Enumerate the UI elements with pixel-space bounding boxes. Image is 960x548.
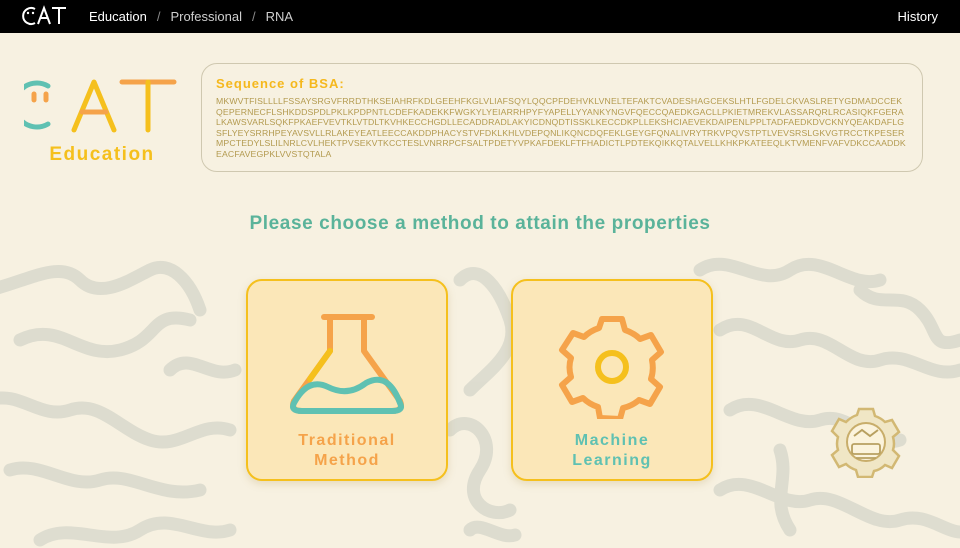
brand-word: Education	[49, 144, 155, 165]
top-nav-bar: Education / Professional / RNA History	[0, 0, 960, 33]
sequence-title: Sequence of BSA:	[216, 76, 345, 91]
machine-learning-label: Machine Learning	[513, 431, 711, 471]
breadcrumb-rna[interactable]: RNA	[266, 9, 293, 24]
breadcrumb: Education / Professional / RNA	[89, 0, 293, 33]
cat-brand-logo-icon	[12, 79, 177, 133]
brand-block: Education	[12, 72, 184, 172]
gear-icon	[559, 316, 664, 419]
method-prompt: Please choose a method to attain the pro…	[249, 213, 711, 234]
sequence-panel: Sequence of BSA: MKWVTFISLLLLFSSAYSRGVFR…	[201, 63, 923, 172]
breadcrumb-separator: /	[252, 9, 256, 24]
flask-icon	[290, 314, 404, 414]
team-gear-badge-icon	[830, 407, 901, 478]
label-line: Learning	[572, 452, 652, 469]
sequence-text: MKWVTFISLLLLFSSAYSRGVFRRDTHKSEIAHRFKDLGE…	[216, 96, 906, 159]
label-line: Traditional	[298, 432, 396, 449]
label-line: Machine	[574, 432, 650, 449]
breadcrumb-education[interactable]: Education	[89, 9, 147, 24]
nav-logo[interactable]	[22, 4, 68, 28]
traditional-method-label: Traditional Method	[248, 431, 446, 471]
breadcrumb-professional[interactable]: Professional	[170, 9, 242, 24]
history-link[interactable]: History	[898, 0, 938, 33]
traditional-method-card[interactable]: Traditional Method	[246, 279, 448, 481]
cat-logo-icon	[22, 5, 66, 25]
label-line: Method	[314, 452, 380, 469]
machine-learning-card[interactable]: Machine Learning	[511, 279, 713, 481]
puzzle-background-pattern	[0, 257, 960, 547]
breadcrumb-separator: /	[156, 9, 161, 24]
